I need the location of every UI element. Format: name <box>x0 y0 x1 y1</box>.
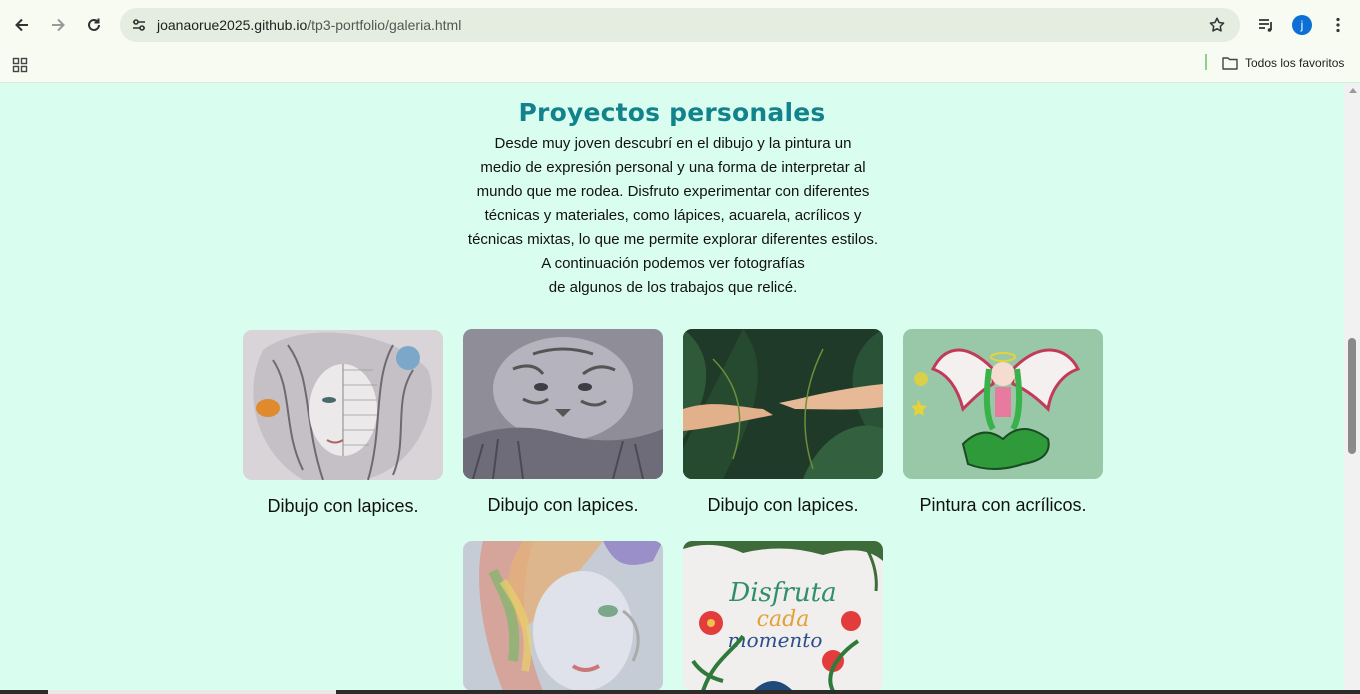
os-taskbar <box>0 690 1360 694</box>
more-vert-icon <box>1336 17 1340 33</box>
scroll-thumb[interactable] <box>1348 338 1356 454</box>
bookmarks-bar: Todos los favoritos <box>0 50 1360 83</box>
folder-icon <box>1222 57 1238 70</box>
scroll-up-arrow[interactable] <box>1349 88 1357 93</box>
taskbar-segment <box>48 690 336 694</box>
gallery-item[interactable]: Dibujo con lapices. <box>683 329 883 516</box>
bookmarks-separator <box>1205 54 1207 70</box>
intro-line: medio de expresión personal y una forma … <box>480 159 866 176</box>
url-path: /tp3-portfolio/galeria.html <box>307 17 462 33</box>
gallery-item[interactable] <box>463 541 663 690</box>
gallery-item[interactable]: Disfruta cada momento <box>683 541 883 690</box>
gallery-caption: Dibujo con lapices. <box>267 496 419 516</box>
back-arrow-icon <box>15 18 28 32</box>
back-button[interactable] <box>6 9 38 41</box>
gallery-caption: Dibujo con lapices. <box>707 495 859 515</box>
intro-line: Desde muy joven descubrí en el dibujo y … <box>494 135 852 152</box>
forward-arrow-icon <box>52 18 65 32</box>
avatar: j <box>1292 15 1312 35</box>
gallery-item[interactable]: Dibujo con lapices. <box>463 329 663 516</box>
all-bookmarks-label: Todos los favoritos <box>1245 56 1345 70</box>
gallery-caption: Dibujo con lapices. <box>487 495 639 515</box>
artwork-image[interactable] <box>903 329 1103 479</box>
intro-line: técnicas mixtas, lo que me permite explo… <box>467 231 879 248</box>
menu-button[interactable] <box>1322 9 1354 41</box>
browser-toolbar: joanaorue2025.github.io/tp3-portfolio/ga… <box>0 0 1360 50</box>
site-info-icon <box>133 19 145 31</box>
artwork-image[interactable] <box>463 329 663 479</box>
star-icon <box>1209 17 1225 32</box>
artwork-image[interactable] <box>683 329 883 479</box>
reload-icon <box>88 18 100 31</box>
artwork-image[interactable]: Disfruta cada momento <box>683 541 883 690</box>
intro-line: A continuación podemos ver fotografías <box>541 255 805 272</box>
page-content: Proyectos personales Desde muy joven des… <box>0 84 1344 690</box>
artwork-text: Disfruta <box>728 578 836 608</box>
site-info-button[interactable] <box>128 14 150 36</box>
url-text[interactable]: joanaorue2025.github.io/tp3-portfolio/ga… <box>157 17 461 33</box>
profile-button[interactable]: j <box>1286 9 1318 41</box>
gallery-caption: Pintura con acrílicos. <box>919 495 1087 515</box>
media-controls-button[interactable] <box>1250 9 1282 41</box>
apps-button[interactable] <box>10 55 30 75</box>
apps-grid-icon <box>12 57 28 73</box>
bookmark-star-button[interactable] <box>1206 14 1228 36</box>
reload-button[interactable] <box>78 9 110 41</box>
address-bar[interactable]: joanaorue2025.github.io/tp3-portfolio/ga… <box>120 8 1240 42</box>
artwork-image[interactable] <box>243 330 443 480</box>
gallery-item[interactable]: Pintura con acrílicos. <box>903 329 1103 516</box>
intro-line: de algunos de los trabajos que relicé. <box>548 279 798 296</box>
gallery-item[interactable]: Dibujo con lapices. <box>243 330 443 517</box>
forward-button[interactable] <box>42 9 74 41</box>
media-controls-icon <box>1259 19 1272 32</box>
all-bookmarks-folder[interactable]: Todos los favoritos <box>1222 52 1344 74</box>
intro-line: mundo que me rodea. Disfruto experimenta… <box>476 183 870 200</box>
artwork-image[interactable] <box>463 541 663 690</box>
page-title: Proyectos personales <box>518 98 826 127</box>
url-domain: joanaorue2025.github.io <box>157 17 308 33</box>
page-scrollbar[interactable] <box>1344 84 1360 690</box>
intro-line: técnicas y materiales, como lápices, acu… <box>484 207 862 224</box>
intro-paragraph: Desde muy joven descubrí en el dibujo y … <box>452 132 894 300</box>
